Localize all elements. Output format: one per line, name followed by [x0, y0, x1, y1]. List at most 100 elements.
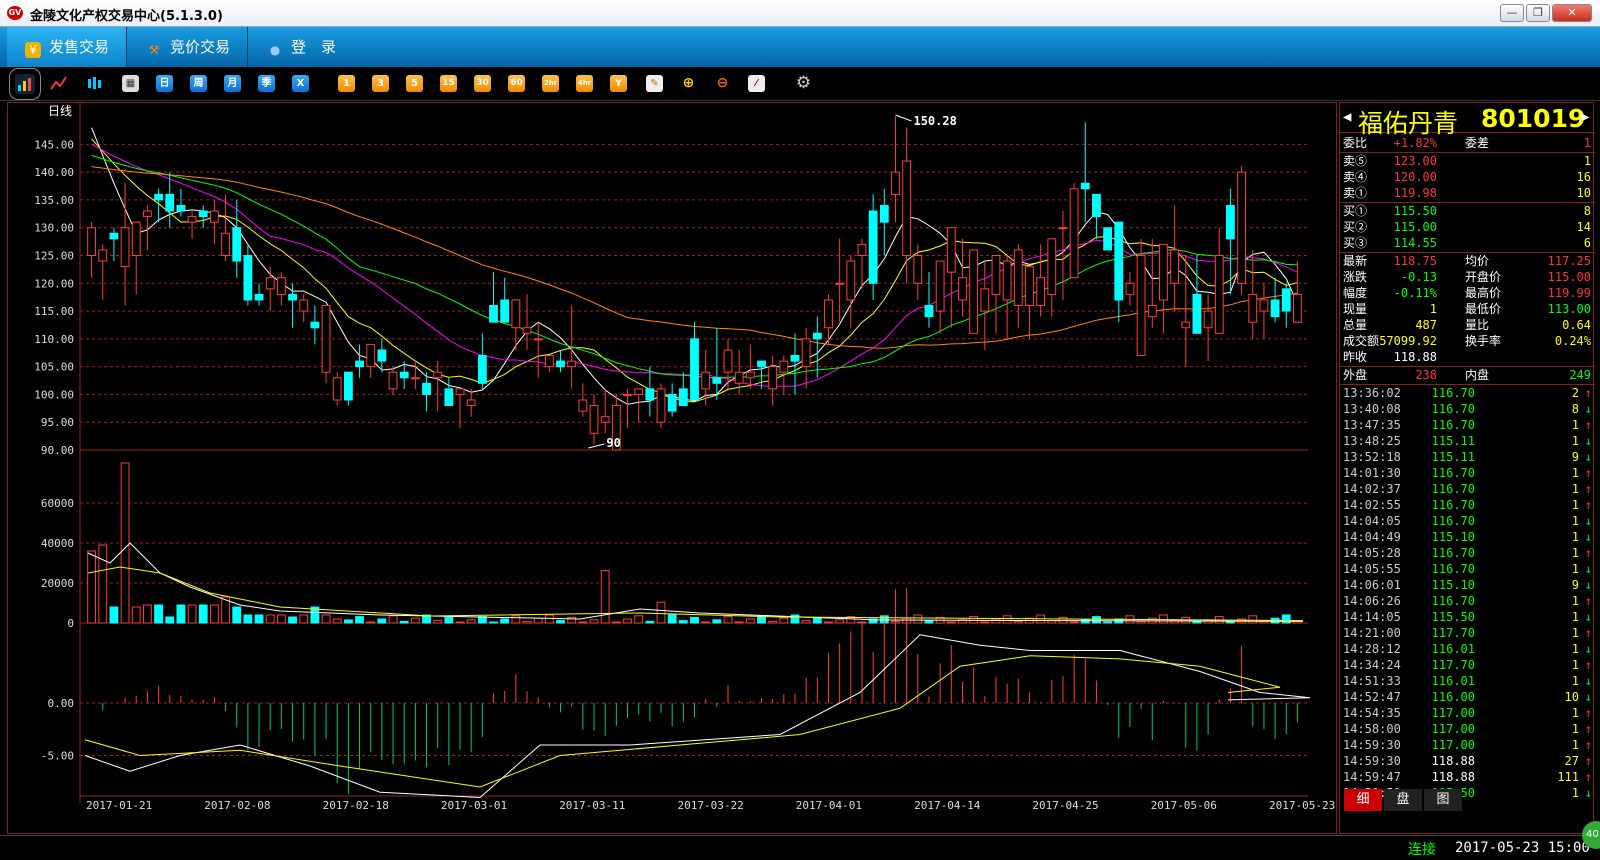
min-3-button[interactable]: 3 — [372, 75, 389, 92]
tab-bidding-trading[interactable]: ⚒ 竞价交易 — [128, 27, 248, 67]
candle-body — [98, 249, 108, 262]
min-15-button[interactable]: 15 — [440, 75, 457, 92]
date-label: 2017-01-21 — [86, 799, 152, 812]
tab-graph[interactable]: 图 — [1424, 789, 1462, 811]
tick-volume: 9 — [1571, 450, 1579, 464]
bar-chart-icon[interactable] — [9, 68, 41, 100]
tick-volume: 1 — [1571, 514, 1579, 528]
tick-row: 14:59:30 118.88 27 ↑ — [1340, 753, 1595, 769]
candle-body — [544, 355, 554, 368]
candle-body — [846, 260, 856, 301]
period-quarter-button[interactable]: 季 — [258, 75, 275, 92]
date-label: 2017-04-14 — [914, 799, 981, 812]
hour-4-button[interactable]: 4hr — [576, 75, 593, 92]
edit-chart-icon[interactable]: ✎ — [646, 75, 663, 92]
draw-line-icon[interactable]: ⁄ — [748, 75, 765, 92]
gear-icon[interactable]: ⚙ — [795, 75, 812, 92]
tick-time: 14:02:37 — [1343, 482, 1401, 496]
price-tick-label: 100.00 — [34, 388, 74, 401]
candle-body — [310, 321, 320, 329]
tab-detail[interactable]: 细 — [1344, 789, 1382, 811]
tick-price: 116.01 — [1431, 674, 1475, 688]
prev-stock-icon[interactable]: ◀ — [1343, 109, 1351, 125]
candle-body — [254, 293, 264, 301]
tick-row: 14:59:30 117.00 1 ↑ — [1340, 737, 1595, 753]
volume-bar — [533, 617, 543, 624]
next-stock-icon[interactable]: ▶ — [1581, 109, 1589, 125]
label: 卖④ — [1343, 170, 1368, 184]
candle-body — [835, 282, 845, 285]
candle-body — [176, 204, 186, 212]
chart-toolbar: ▦ 日 周 月 季 X 1 3 5 15 30 60 2hr 4hr Y ✎ ⊕… — [0, 67, 1600, 101]
tick-volume: 111 — [1557, 770, 1579, 784]
candle-body — [690, 338, 699, 401]
candle-body — [1170, 249, 1180, 284]
tab-issue-trading[interactable]: ¥ 发售交易 — [7, 27, 127, 67]
candle-body — [533, 338, 543, 341]
candle-body — [1237, 171, 1246, 284]
zoom-out-icon[interactable]: ⊖ — [714, 75, 731, 92]
kline-chart-panel[interactable]: 日线 145.00 140.00 135.00 130.00 125.00 120.00 11… — [7, 102, 1337, 834]
volume-bar — [1002, 615, 1012, 624]
volume-bar — [723, 616, 733, 624]
maximize-button[interactable]: ❐ — [1526, 4, 1550, 22]
candle-body — [712, 377, 722, 384]
tick-row: 13:36:02 116.70 2 ↑ — [1340, 385, 1595, 401]
main-menu-bar: ¥ 发售交易 ⚒ 竞价交易 ● 登 录 — [0, 27, 1600, 67]
arrow-down-icon: ↓ — [1584, 642, 1592, 656]
tick-row: 14:54:35 117.00 1 ↑ — [1340, 705, 1595, 721]
label: 总量 — [1343, 318, 1368, 332]
candle-body — [812, 332, 822, 340]
min-5-button[interactable]: 5 — [406, 75, 423, 92]
candle-body — [321, 305, 331, 373]
minimize-button[interactable]: — — [1500, 4, 1524, 22]
volume-bar — [690, 616, 699, 624]
tick-time: 14:05:55 — [1343, 562, 1401, 576]
volume-bar — [377, 618, 387, 624]
calendar-icon[interactable]: ▦ — [122, 75, 139, 92]
tick-time: 14:52:47 — [1343, 690, 1401, 704]
volume-bar — [544, 614, 554, 624]
period-day-button[interactable]: 日 — [156, 75, 173, 92]
volume-bar — [946, 621, 956, 624]
ask-volume: 16 — [1576, 170, 1591, 184]
candle-body — [801, 338, 811, 368]
volume-bar — [433, 620, 443, 624]
label: 委差 — [1465, 136, 1490, 150]
kline-chart[interactable]: 日线 145.00 140.00 135.00 130.00 125.00 120.00 11… — [8, 103, 1338, 835]
min-60-button[interactable]: 60 — [508, 75, 525, 92]
candle-body — [1013, 249, 1023, 307]
tick-volume: 1 — [1571, 482, 1579, 496]
arrow-down-icon: ↓ — [1584, 402, 1592, 416]
hour-2-button[interactable]: 2hr — [542, 75, 559, 92]
year-button[interactable]: Y — [610, 75, 627, 92]
zoom-in-icon[interactable]: ⊕ — [680, 75, 697, 92]
tab-login[interactable]: ● 登 录 — [249, 27, 349, 67]
period-month-button[interactable]: 月 — [224, 75, 241, 92]
tab-orderbook[interactable]: 盘 — [1384, 789, 1422, 811]
ask-row: 卖④ 120.00 16 — [1340, 169, 1595, 185]
volume-bar — [980, 621, 990, 624]
candlestick-icon[interactable] — [86, 75, 103, 92]
gavel-icon: ⚒ — [148, 43, 160, 57]
tab-label: 登 录 — [291, 38, 337, 56]
min-pointer — [588, 443, 605, 449]
close-button[interactable]: ✕ — [1552, 4, 1592, 22]
tick-price: 115.11 — [1431, 434, 1475, 448]
volume-bar — [120, 462, 130, 624]
period-x-button[interactable]: X — [292, 75, 309, 92]
tick-row: 14:51:33 116.01 1 ↓ — [1340, 673, 1595, 689]
ratio-value: +1.82% — [1393, 136, 1437, 150]
period-week-button[interactable]: 周 — [190, 75, 207, 92]
volume-bar — [143, 604, 152, 624]
arrow-up-icon: ↑ — [1584, 722, 1592, 736]
line-chart-icon[interactable] — [50, 75, 67, 92]
tick-row: 14:59:47 118.88 111 ↑ — [1340, 769, 1595, 785]
volume-bar — [1192, 621, 1202, 624]
volume-bar — [98, 544, 108, 624]
volume-bar — [265, 614, 275, 624]
min-30-button[interactable]: 30 — [474, 75, 491, 92]
min-1-button[interactable]: 1 — [338, 75, 355, 92]
tick-volume: 8 — [1571, 402, 1579, 416]
title-bar: GV 金陵文化产权交易中心(5.1.3.0) — ❐ ✕ — [0, 0, 1600, 27]
